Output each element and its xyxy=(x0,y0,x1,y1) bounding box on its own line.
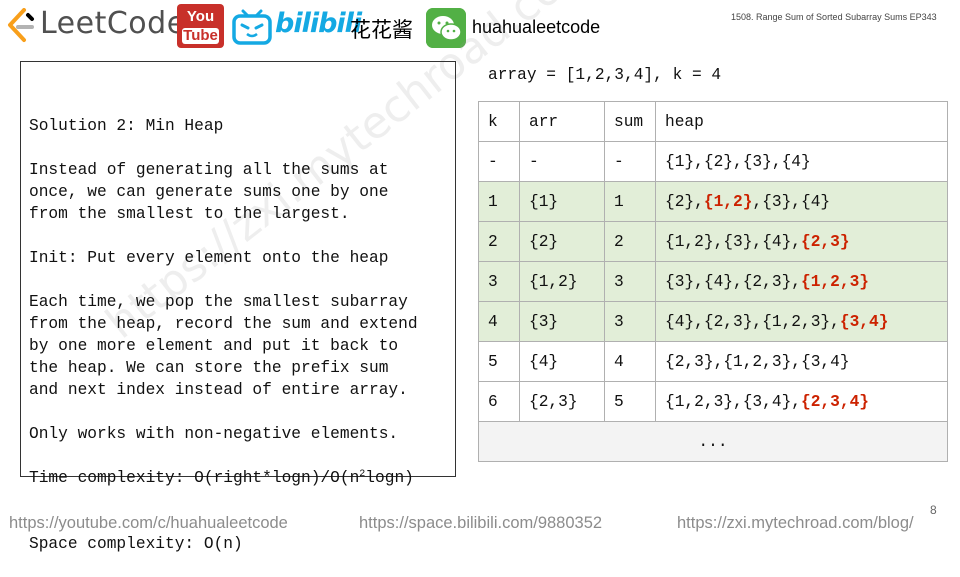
channel-name: 花花酱 xyxy=(350,18,413,42)
table-row: 1 {1} 1 {2},{1,2},{3},{4} xyxy=(478,181,948,222)
new-heap-entry: {2,3,4} xyxy=(801,392,869,411)
cell-heap: {2,3},{1,2,3},{3,4} xyxy=(655,341,948,382)
heap-entries: {2}, xyxy=(665,192,704,211)
cell-sum: 2 xyxy=(604,221,656,262)
youtube-icon-text-top: You xyxy=(186,8,215,25)
table-row: 2 {2} 2 {1,2},{3},{4},{2,3} xyxy=(478,221,948,262)
solution-line xyxy=(29,269,418,291)
solution-line xyxy=(29,225,418,247)
cell-heap: {4},{2,3},{1,2,3},{3,4} xyxy=(655,301,948,342)
column-header-k: k xyxy=(478,101,520,142)
cell-arr: {3} xyxy=(519,301,605,342)
column-header-arr: arr xyxy=(519,101,605,142)
brand-name: LeetCode xyxy=(40,6,186,41)
cell-sum: 3 xyxy=(604,261,656,302)
cell-arr: {1} xyxy=(519,181,605,222)
heap-trace-table: k arr sum heap - - - {1},{2},{3},{4} 1 {1} 1 {2… xyxy=(478,101,948,462)
solution-line xyxy=(29,445,418,467)
bilibili-logo-text: bilibili xyxy=(275,8,362,39)
table-row: 4 {3} 3 {4},{2,3},{1,2,3},{3,4} xyxy=(478,301,948,342)
table-header-row: k arr sum heap xyxy=(478,101,948,142)
solution-line: Instead of generating all the sums at xyxy=(29,161,389,179)
solution-line xyxy=(29,401,418,423)
cell-arr: {4} xyxy=(519,341,605,382)
cell-arr: - xyxy=(519,141,605,182)
heap-entries: {4},{2,3},{1,2,3}, xyxy=(665,312,840,331)
cell-heap: {1,2,3},{3,4},{2,3,4} xyxy=(655,381,948,422)
heap-entries: {1},{2},{3},{4} xyxy=(665,152,811,171)
solution-line: from the smallest to the largest. xyxy=(29,205,350,223)
array-definition: array = [1,2,3,4], k = 4 xyxy=(488,66,722,84)
cell-heap: {2},{1,2},{3},{4} xyxy=(655,181,948,222)
table-row: - - - {1},{2},{3},{4} xyxy=(478,141,948,182)
solution-line xyxy=(29,137,418,159)
cell-arr: {2,3} xyxy=(519,381,605,422)
table-ellipsis-row: ... xyxy=(478,421,948,462)
cell-k: 5 xyxy=(478,341,520,382)
solution-line: Init: Put every element onto the heap xyxy=(29,249,389,267)
table-row: 6 {2,3} 5 {1,2,3},{3,4},{2,3,4} xyxy=(478,381,948,422)
cell-k: - xyxy=(478,141,520,182)
leetcode-logo-icon xyxy=(8,8,34,42)
solution-text: Solution 2: Min Heap Instead of generatin… xyxy=(29,71,418,577)
bilibili-link[interactable]: https://space.bilibili.com/9880352 xyxy=(359,514,602,533)
table-row: 3 {1,2} 3 {3},{4},{2,3},{1,2,3} xyxy=(478,261,948,302)
time-complexity-prefix: Time complexity: O(right*logn)/O(n xyxy=(29,469,360,487)
solution-line: and next index instead of entire array. xyxy=(29,381,408,399)
solution-line: once, we can generate sums one by one xyxy=(29,183,389,201)
new-heap-entry: {3,4} xyxy=(839,312,889,331)
heap-entries: {1,2},{3},{4}, xyxy=(665,232,801,251)
solution-line: Each time, we pop the smallest subarray xyxy=(29,293,408,311)
time-complexity-line: Time complexity: O(right*logn)/O(n2logn) xyxy=(29,467,418,489)
heap-entries: ,{3},{4} xyxy=(752,192,831,211)
solution-line: Solution 2: Min Heap xyxy=(29,117,224,135)
solution-line: the heap. We can store the prefix sum xyxy=(29,359,389,377)
cell-sum: 1 xyxy=(604,181,656,222)
time-complexity-suffix: logn) xyxy=(365,469,414,487)
table-body: - - - {1},{2},{3},{4} 1 {1} 1 {2},{1,2},{3},{4}… xyxy=(478,141,948,422)
episode-title: 1508. Range Sum of Sorted Subarray Sums … xyxy=(731,12,937,22)
cell-sum: - xyxy=(604,141,656,182)
solution-line: from the heap, record the sum and extend xyxy=(29,315,418,333)
page-number: 8 xyxy=(930,503,937,517)
cell-sum: 3 xyxy=(604,301,656,342)
heap-entries: {3},{4},{2,3}, xyxy=(665,272,801,291)
cell-heap: {1},{2},{3},{4} xyxy=(655,141,948,182)
new-heap-entry: {1,2,3} xyxy=(801,272,869,291)
space-complexity-line: Space complexity: O(n) xyxy=(29,535,243,553)
table-row: 5 {4} 4 {2,3},{1,2,3},{3,4} xyxy=(478,341,948,382)
cell-sum: 4 xyxy=(604,341,656,382)
cell-arr: {1,2} xyxy=(519,261,605,302)
column-header-sum: sum xyxy=(604,101,656,142)
bilibili-tv-icon xyxy=(232,9,272,45)
cell-sum: 5 xyxy=(604,381,656,422)
cell-k: 3 xyxy=(478,261,520,302)
cell-k: 2 xyxy=(478,221,520,262)
cell-k: 6 xyxy=(478,381,520,422)
heap-entries: {2,3},{1,2,3},{3,4} xyxy=(665,352,850,371)
solution-line: Only works with non-negative elements. xyxy=(29,425,399,443)
heap-entries: {1,2,3},{3,4}, xyxy=(665,392,801,411)
cell-heap: {3},{4},{2,3},{1,2,3} xyxy=(655,261,948,302)
blog-link[interactable]: https://zxi.mytechroad.com/blog/ xyxy=(677,514,914,533)
youtube-link[interactable]: https://youtube.com/c/huahualeetcode xyxy=(9,514,288,533)
cell-k: 4 xyxy=(478,301,520,342)
youtube-icon: You Tube xyxy=(177,4,224,48)
new-heap-entry: {2,3} xyxy=(801,232,850,251)
cell-k: 1 xyxy=(478,181,520,222)
new-heap-entry: {1,2} xyxy=(703,192,753,211)
table-ellipsis: ... xyxy=(478,421,948,462)
cell-heap: {1,2},{3},{4},{2,3} xyxy=(655,221,948,262)
youtube-icon-text-bottom: Tube xyxy=(182,27,219,44)
solution-line: by one more element and put it back to xyxy=(29,337,399,355)
cell-arr: {2} xyxy=(519,221,605,262)
column-header-heap: heap xyxy=(655,101,948,142)
